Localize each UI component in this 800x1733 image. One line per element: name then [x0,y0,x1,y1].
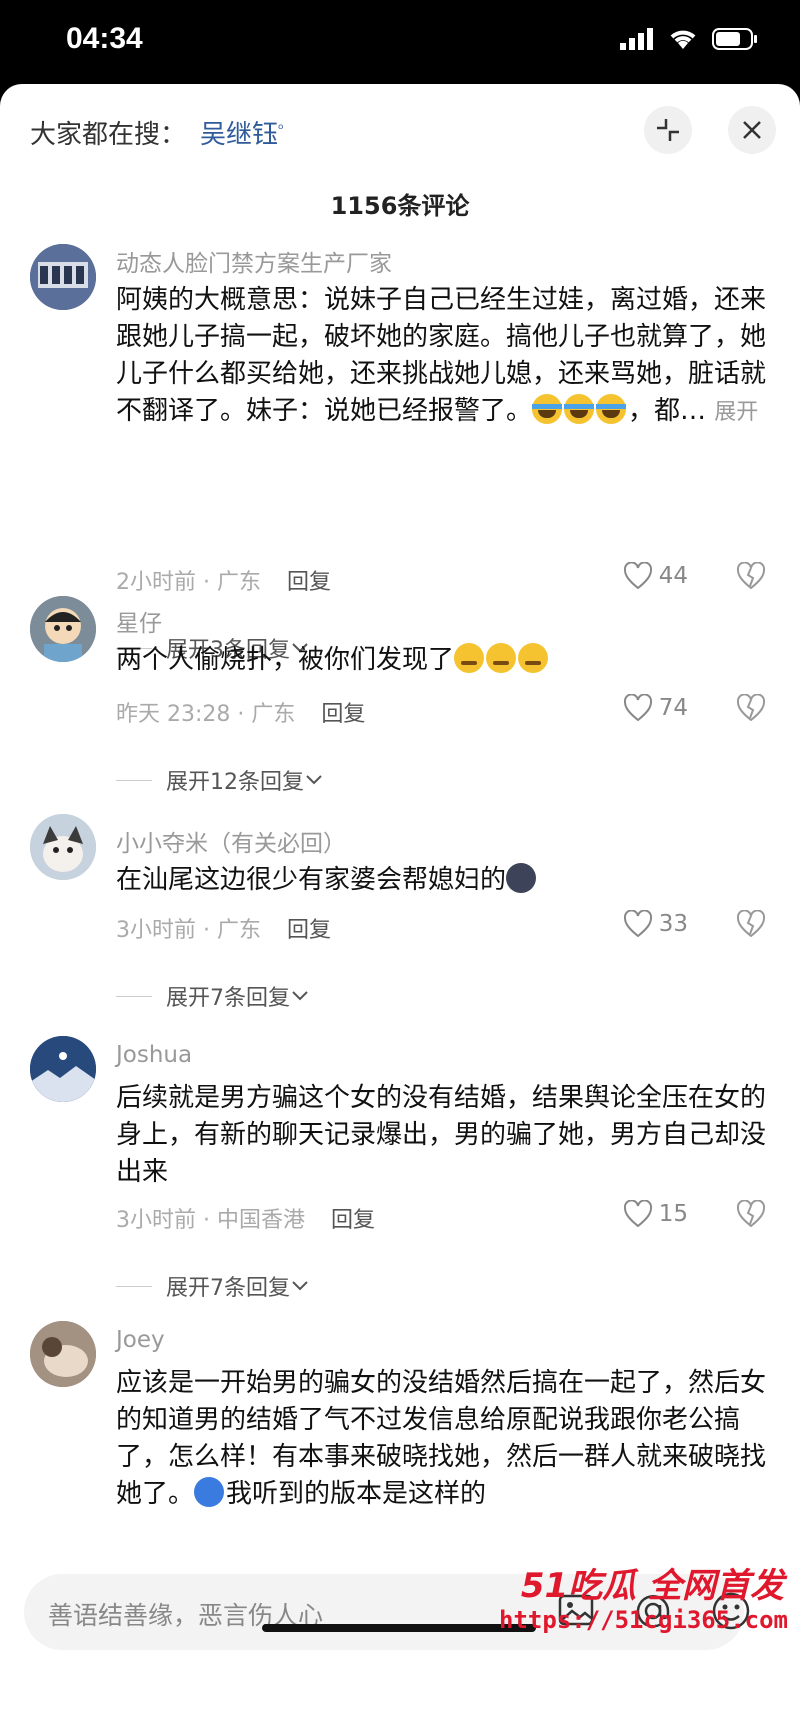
dislike-button[interactable] [736,693,766,726]
comment-sheet: 大家都在搜： 吴继钰ᵒ 1156条评论 动态人脸门禁方案生产厂家 阿姨的大概意思：… [0,84,800,1733]
heart-icon [623,562,652,590]
smirk-emoji [486,643,517,673]
status-icons [620,28,758,50]
comment-meta: 昨天 23:28 · 广东 回复 [116,696,365,728]
expand-replies-button[interactable]: 展开7条回复 [116,980,310,1012]
reply-button[interactable]: 回复 [287,570,331,595]
comment-item: 小小夺米（有关必回） 在汕尾这边很少有家婆会帮媳妇的 3小时前 · 广东 回复 3… [0,814,800,1011]
like-button[interactable]: 74 [623,694,688,722]
close-icon [743,121,761,139]
reply-button[interactable]: 回复 [321,702,365,727]
comment-time-location: 3小时前 · 广东 [116,918,261,943]
home-indicator [262,1624,536,1632]
heart-icon [623,1200,652,1228]
chevron-down-icon [292,1281,308,1291]
chevron-down-icon [292,991,308,1001]
comment-username[interactable]: 星仔 [116,604,162,638]
like-count: 74 [658,695,688,721]
close-button[interactable] [728,106,776,154]
comment-text: 后续就是男方骗这个女的没有结婚，结果舆论全压在女的身上，有新的聊天记录爆出，男的… [116,1083,767,1187]
comment-item: Joshua 后续就是男方骗这个女的没有结婚，结果舆论全压在女的身上，有新的聊天… [0,1036,800,1301]
chevron-down-icon [306,775,322,785]
collapse-button[interactable] [644,106,692,154]
trending-keyword[interactable]: 吴继钰ᵒ [200,120,284,150]
comment-time-location: 3小时前 · 中国香港 [116,1208,305,1233]
expand-text-link[interactable]: 展开 [714,400,758,425]
crying-laugh-emoji [564,394,595,424]
comment-text: 两个人偷烧扑，被你们发现了 [116,642,766,679]
dislike-button[interactable] [736,1199,766,1232]
dislike-button[interactable] [736,909,766,942]
broken-heart-icon [736,561,766,590]
smirk-emoji [454,643,485,673]
avatar[interactable] [30,814,96,880]
watermark-url: https://51cgi365.com [499,1606,788,1634]
watermark-title: 51吃瓜 全网首发 [520,1566,784,1606]
comment-meta: 3小时前 · 广东 回复 [116,912,331,944]
comment-username[interactable]: 小小夺米（有关必回） [116,824,346,858]
comment-item: Joey 应该是一开始男的骗女的没结婚然后搞在一起了，然后女的知道男的结婚了气不… [0,1321,800,1567]
battery-icon [712,28,757,50]
collapse-icon [657,119,679,141]
like-button[interactable]: 44 [623,562,688,590]
comment-meta: 3小时前 · 中国香港 回复 [116,1202,375,1234]
search-icon: ᵒ [278,121,284,138]
shocked-emoji [194,1477,225,1507]
avatar[interactable] [30,596,96,662]
expand-replies-button[interactable]: 展开12条回复 [116,764,324,796]
like-count: 33 [658,911,688,937]
comment-time-location: 昨天 23:28 · 广东 [116,702,296,727]
comment-username[interactable]: 动态人脸门禁方案生产厂家 [116,244,392,278]
like-button[interactable]: 33 [623,910,688,938]
avatar[interactable] [30,1321,96,1387]
like-button[interactable]: 15 [623,1200,688,1228]
status-bar: 04:34 [0,0,800,86]
heart-icon [623,694,652,722]
dislike-button[interactable] [736,561,766,594]
signal-icon [620,28,653,50]
smirk-emoji [518,643,549,673]
comment-username[interactable]: Joey [116,1327,165,1353]
expand-replies-button[interactable]: 展开7条回复 [116,1270,310,1302]
comment-text: 阿姨的大概意思：说妹子自己已经生过娃，离过婚，还来跟她儿子搞一起，破坏她的家庭。… [116,285,767,426]
avatar[interactable] [30,1036,96,1102]
comment-item: 动态人脸门禁方案生产厂家 阿姨的大概意思：说妹子自己已经生过娃，离过婚，还来跟她… [0,244,800,663]
comment-item: 星仔 两个人偷烧扑，被你们发现了 昨天 23:28 · 广东 回复 74 展开12… [0,596,800,795]
reply-button[interactable]: 回复 [287,918,331,943]
crying-laugh-emoji [532,394,563,424]
comment-text: 在汕尾这边很少有家婆会帮媳妇的 [116,862,766,899]
heart-icon [623,910,652,938]
comment-text: 应该是一开始男的骗女的没结婚然后搞在一起了，然后女的知道男的结婚了气不过发信息给… [116,1368,767,1509]
comment-count: 1156条评论 [330,192,470,220]
like-count: 15 [658,1201,688,1227]
reply-button[interactable]: 回复 [331,1208,375,1233]
crying-laugh-emoji [596,394,627,424]
comment-username[interactable]: Joshua [116,1042,192,1068]
status-time: 04:34 [66,22,143,55]
trending-search[interactable]: 大家都在搜： 吴继钰ᵒ [30,114,284,151]
broken-heart-icon [736,1199,766,1228]
comment-time-location: 2小时前 · 广东 [116,570,261,595]
broken-heart-icon [736,693,766,722]
avatar[interactable] [30,244,96,310]
blush-emoji [506,863,537,893]
trending-label: 大家都在搜： [30,120,187,150]
wifi-icon [670,30,696,49]
comment-meta: 2小时前 · 广东 回复 [116,564,331,596]
like-count: 44 [658,563,688,589]
broken-heart-icon [736,909,766,938]
